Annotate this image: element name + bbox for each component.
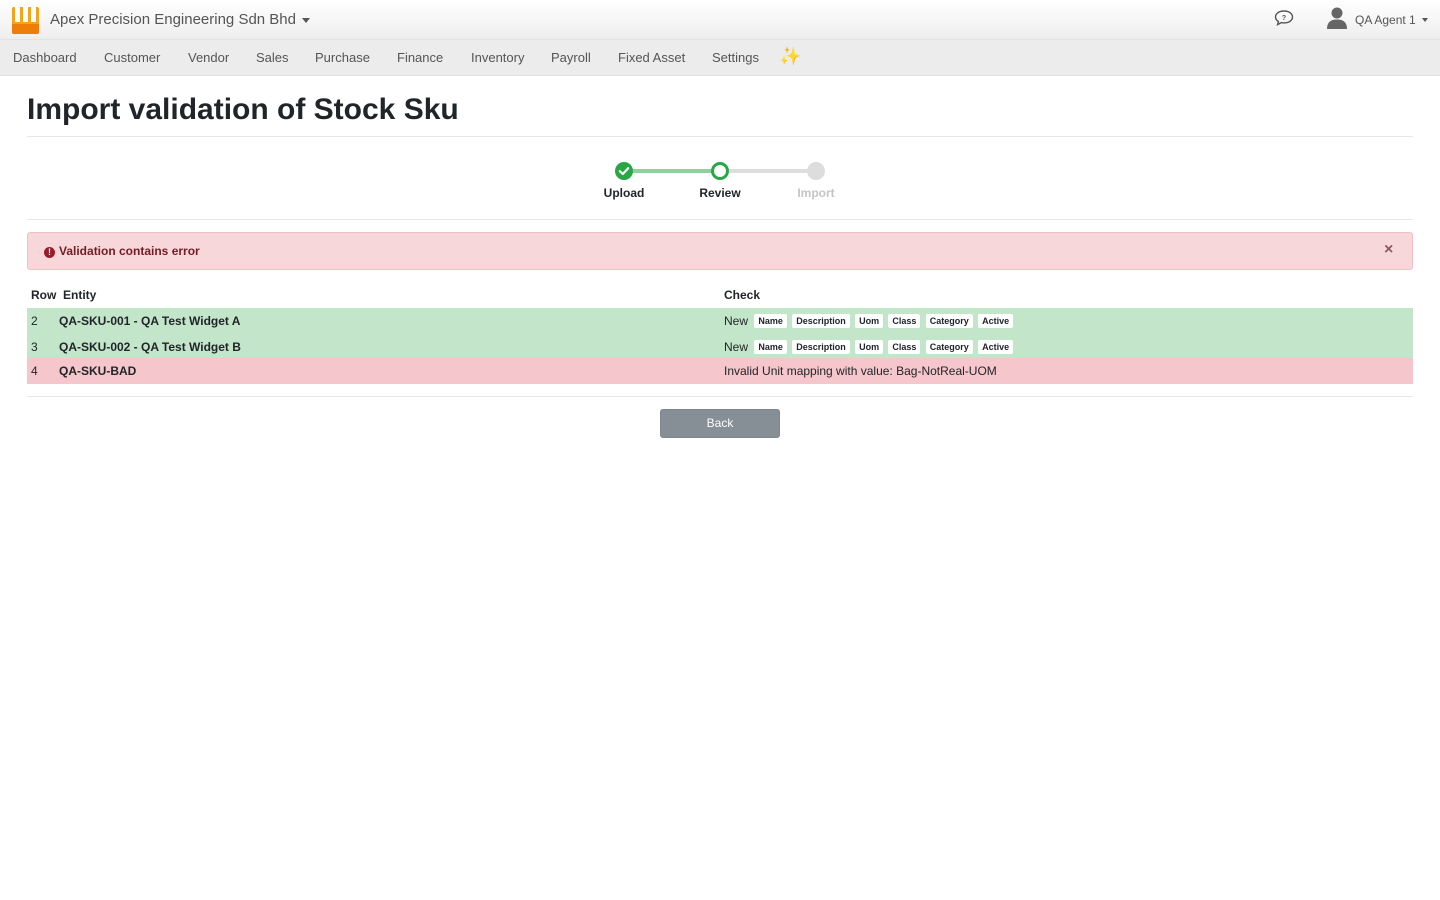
- chevron-down-icon: [1422, 18, 1428, 22]
- close-icon[interactable]: ×: [1384, 242, 1393, 258]
- row-entity: QA-SKU-001 - QA Test Widget A: [59, 314, 241, 328]
- step-connector-done: [632, 169, 712, 173]
- field-badge: Class: [888, 339, 921, 354]
- field-badge: Class: [888, 313, 921, 328]
- row-number: 2: [31, 314, 38, 328]
- field-badge: Description: [792, 339, 850, 354]
- nav-item-dashboard[interactable]: Dashboard: [13, 50, 77, 65]
- row-number: 3: [31, 340, 38, 354]
- user-icon: [1327, 7, 1347, 29]
- column-header-entity: Entity: [63, 288, 97, 302]
- table-row: 3 QA-SKU-002 - QA Test Widget B New Name…: [27, 334, 1413, 358]
- field-badge: Category: [925, 313, 973, 328]
- main-nav: Dashboard Customer Vendor Sales Purchase…: [0, 40, 1440, 76]
- step-label-import: Import: [797, 186, 835, 200]
- step-connector-pending: [728, 169, 808, 173]
- field-badge: Active: [978, 339, 1014, 354]
- step-import-pending-icon: [807, 162, 825, 180]
- row-status: New: [724, 339, 749, 354]
- company-name: Apex Precision Engineering Sdn Bhd: [50, 11, 296, 28]
- nav-item-settings[interactable]: Settings: [712, 50, 759, 65]
- row-entity: QA-SKU-002 - QA Test Widget B: [59, 340, 241, 354]
- row-check: New Name Description Uom Class Category …: [724, 313, 1015, 328]
- exclamation-circle-icon: !: [44, 247, 55, 258]
- row-entity: QA-SKU-BAD: [59, 364, 137, 378]
- sparkle-icon[interactable]: ✨: [779, 47, 801, 65]
- field-badge: Category: [925, 339, 973, 354]
- row-check: New Name Description Uom Class Category …: [724, 339, 1015, 354]
- svg-text:?: ?: [1282, 15, 1286, 22]
- row-error-message: Invalid Unit mapping with value: Bag-Not…: [724, 364, 997, 378]
- row-number: 4: [31, 364, 38, 378]
- field-badge: Active: [978, 313, 1014, 328]
- nav-item-finance[interactable]: Finance: [397, 50, 443, 65]
- nav-item-sales[interactable]: Sales: [256, 50, 289, 65]
- field-badge: Description: [792, 313, 850, 328]
- table-divider: [27, 396, 1413, 397]
- nav-item-customer[interactable]: Customer: [104, 50, 160, 65]
- field-badge: Uom: [855, 339, 884, 354]
- store-logo-icon[interactable]: [12, 7, 39, 34]
- page-title: Import validation of Stock Sku: [27, 93, 459, 126]
- nav-item-purchase[interactable]: Purchase: [315, 50, 370, 65]
- nav-item-fixed-asset[interactable]: Fixed Asset: [618, 50, 685, 65]
- step-label-upload: Upload: [603, 186, 645, 200]
- chevron-down-icon: [302, 17, 310, 23]
- nav-item-vendor[interactable]: Vendor: [188, 50, 229, 65]
- title-divider: [27, 136, 1413, 137]
- user-name: QA Agent 1: [1355, 13, 1416, 27]
- table-row: 4 QA-SKU-BAD Invalid Unit mapping with v…: [27, 358, 1413, 384]
- step-upload-check-icon: [615, 162, 633, 180]
- nav-item-inventory[interactable]: Inventory: [471, 50, 524, 65]
- alert-message: Validation contains error: [59, 244, 200, 258]
- step-label-review: Review: [699, 186, 741, 200]
- field-badge: Name: [754, 313, 787, 328]
- company-switcher[interactable]: Apex Precision Engineering Sdn Bhd: [50, 11, 310, 28]
- row-status: New: [724, 313, 749, 328]
- column-header-row: Row: [31, 288, 57, 302]
- field-badge: Name: [754, 339, 787, 354]
- stepper-divider: [27, 219, 1413, 220]
- back-button[interactable]: Back: [660, 409, 780, 438]
- top-bar: Apex Precision Engineering Sdn Bhd ? QA …: [0, 0, 1440, 40]
- step-review-active-icon: [711, 162, 729, 180]
- column-header-check: Check: [724, 288, 761, 302]
- field-badge: Uom: [855, 313, 884, 328]
- table-row: 2 QA-SKU-001 - QA Test Widget A New Name…: [27, 308, 1413, 334]
- chat-icon[interactable]: ?: [1274, 9, 1294, 27]
- validation-error-alert: ! Validation contains error ×: [27, 232, 1413, 270]
- nav-item-payroll[interactable]: Payroll: [551, 50, 591, 65]
